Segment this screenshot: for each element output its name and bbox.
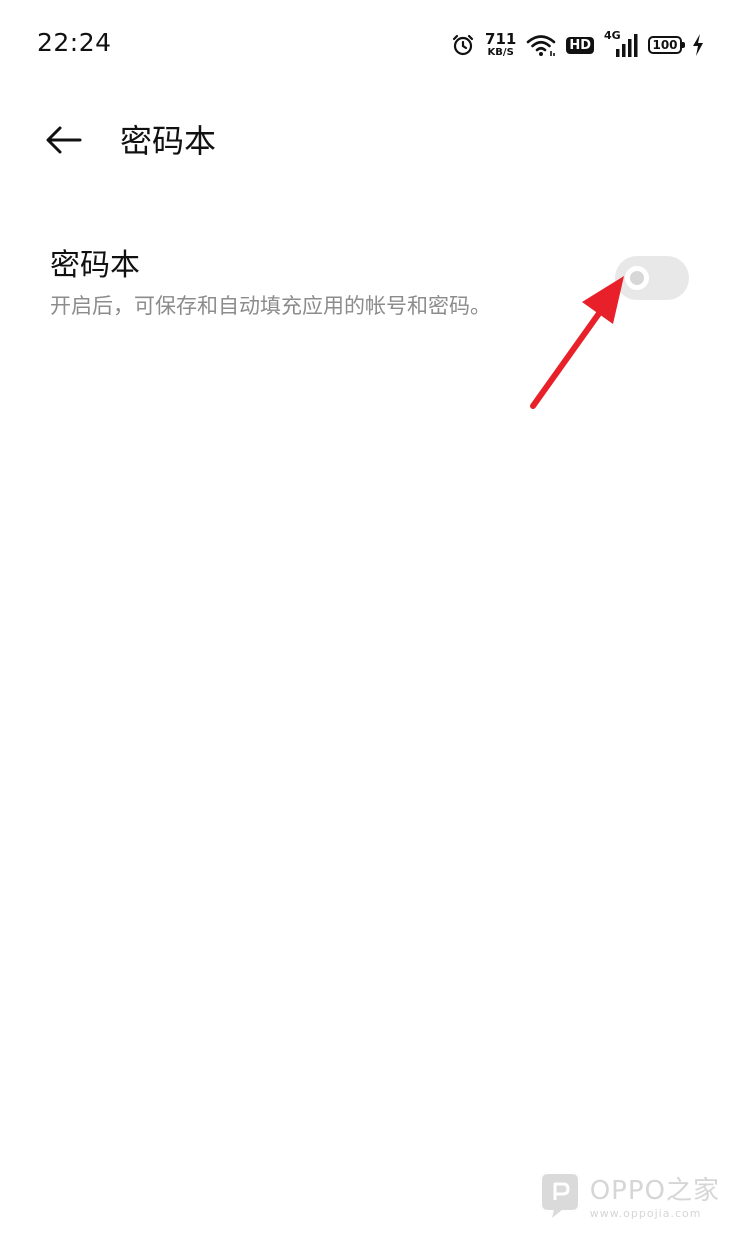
toggle-knob (625, 266, 649, 290)
page-title: 密码本 (120, 122, 217, 160)
watermark: OPPO之家 www.oppojia.com (538, 1170, 720, 1220)
arrow-left-icon (46, 126, 82, 154)
watermark-text: OPPO之家 www.oppojia.com (590, 1170, 720, 1220)
password-book-setting-row[interactable]: 密码本 开启后，可保存和自动填充应用的帐号和密码。 (0, 228, 738, 338)
network-speed: 711 KB/S (485, 32, 516, 58)
status-bar: 22:24 711 KB/S HD 4G 100 (0, 0, 738, 90)
wifi-icon (526, 33, 556, 57)
network-speed-value: 711 (485, 30, 517, 48)
brand-logo-icon (541, 1174, 578, 1218)
password-book-toggle[interactable] (615, 256, 689, 300)
battery-level: 100 (652, 38, 678, 52)
app-header: 密码本 (0, 100, 738, 180)
signal-icon: 4G (604, 29, 638, 58)
alarm-icon (451, 33, 475, 57)
hd-icon: HD (566, 36, 594, 54)
watermark-url: www.oppojia.com (589, 1207, 702, 1220)
battery-icon: 100 (648, 36, 685, 54)
status-time: 22:24 (37, 28, 112, 57)
status-icons: 711 KB/S HD 4G 100 (451, 28, 704, 62)
setting-title: 密码本 (50, 248, 140, 283)
back-button[interactable] (38, 114, 90, 166)
watermark-brand: OPPO之家 (589, 1176, 720, 1206)
charging-icon (692, 34, 704, 56)
network-speed-unit: KB/S (487, 47, 514, 58)
annotation-arrow (530, 276, 624, 409)
setting-description: 开启后，可保存和自动填充应用的帐号和密码。 (50, 294, 491, 318)
